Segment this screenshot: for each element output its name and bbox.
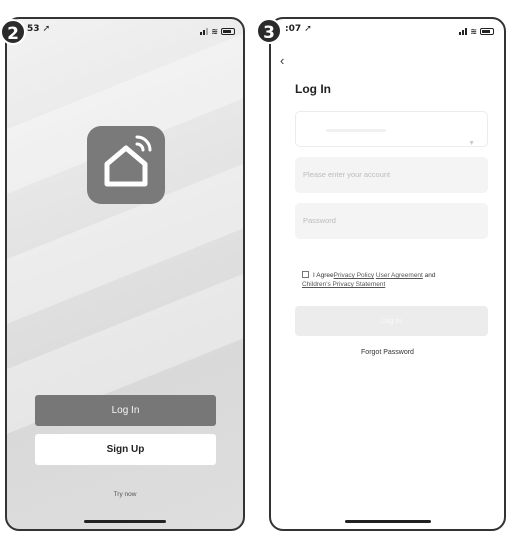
- page: 2 3 53 ➚ ≋ Log In Sign Up Try now:07 ➚ …: [0, 0, 509, 533]
- location-arrow-icon: ➚: [304, 24, 312, 34]
- home-indicator: [84, 520, 166, 523]
- wifi-icon: ≋: [470, 26, 477, 36]
- signup-button[interactable]: Sign Up: [35, 434, 216, 465]
- battery-icon: [480, 27, 494, 35]
- status-icons: ≋: [200, 24, 235, 38]
- signal-icon: [200, 27, 209, 35]
- step-badge-2: 2: [0, 19, 26, 45]
- home-wifi-icon: [104, 135, 152, 187]
- blurred-region-value: [326, 129, 386, 132]
- privacy-policy-link[interactable]: Privacy Policy: [334, 272, 374, 279]
- back-chevron-icon[interactable]: ‹: [280, 53, 284, 68]
- signal-icon: [459, 27, 468, 35]
- agree-checkbox[interactable]: [302, 271, 309, 278]
- region-select[interactable]: ▼: [295, 111, 488, 147]
- children-privacy-link[interactable]: Children's Privacy Statement: [302, 281, 385, 288]
- status-time: :07 ➚: [285, 24, 312, 34]
- login-submit-button[interactable]: Log In: [295, 306, 488, 336]
- app-logo: [87, 126, 165, 204]
- password-input[interactable]: Password: [295, 203, 488, 239]
- status-time: 53 ➚: [27, 24, 51, 34]
- agreement-text: I AgreePrivacy Policy User Agreement and…: [302, 271, 436, 288]
- welcome-screen: 53 ➚ ≋ Log In Sign Up Try now: [5, 17, 245, 531]
- home-indicator: [344, 520, 431, 523]
- forgot-password-link[interactable]: Forgot Password: [271, 349, 504, 356]
- try-now-link[interactable]: Try now: [7, 491, 243, 498]
- battery-icon: [221, 27, 235, 35]
- wifi-icon: ≋: [211, 26, 218, 36]
- status-icons: ≋: [459, 24, 494, 38]
- login-button[interactable]: Log In: [35, 395, 216, 426]
- user-agreement-link[interactable]: User Agreement: [376, 272, 423, 279]
- login-screen: :07 ➚ ≋ ‹ Log In ▼ Please enter your acc…: [269, 17, 506, 531]
- step-badge-3: 3: [256, 18, 282, 44]
- page-title: Log In: [295, 82, 331, 96]
- location-arrow-icon: ➚: [42, 24, 51, 34]
- account-input[interactable]: Please enter your account: [295, 157, 488, 193]
